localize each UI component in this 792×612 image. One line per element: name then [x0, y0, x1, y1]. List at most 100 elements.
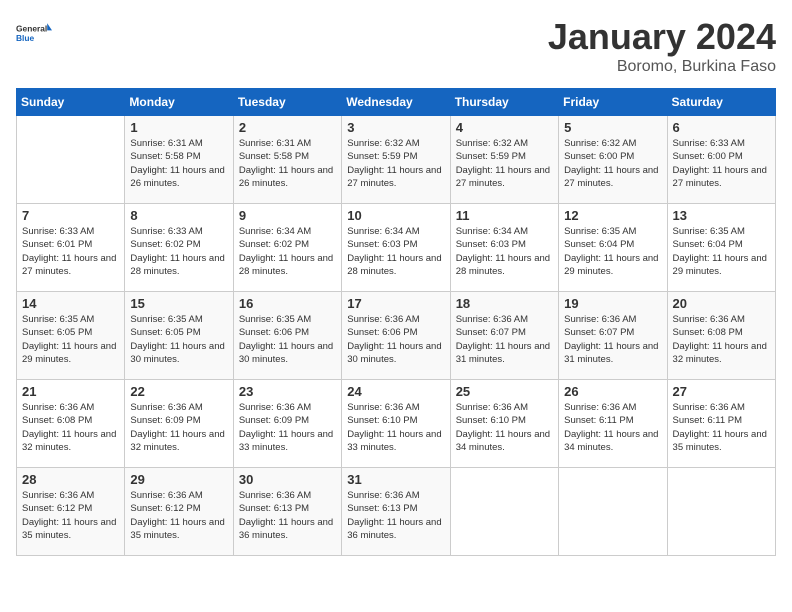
- day-info: Sunrise: 6:36 AMSunset: 6:12 PMDaylight:…: [22, 489, 119, 542]
- calendar-cell: 30 Sunrise: 6:36 AMSunset: 6:13 PMDaylig…: [233, 468, 341, 556]
- day-number: 18: [456, 296, 553, 311]
- day-number: 11: [456, 208, 553, 223]
- day-number: 14: [22, 296, 119, 311]
- day-number: 20: [673, 296, 770, 311]
- day-info: Sunrise: 6:36 AMSunset: 6:09 PMDaylight:…: [239, 401, 336, 454]
- calendar-cell: 1 Sunrise: 6:31 AMSunset: 5:58 PMDayligh…: [125, 116, 233, 204]
- day-number: 10: [347, 208, 444, 223]
- day-info: Sunrise: 6:34 AMSunset: 6:03 PMDaylight:…: [347, 225, 444, 278]
- calendar-cell: 31 Sunrise: 6:36 AMSunset: 6:13 PMDaylig…: [342, 468, 450, 556]
- day-info: Sunrise: 6:33 AMSunset: 6:01 PMDaylight:…: [22, 225, 119, 278]
- day-number: 12: [564, 208, 661, 223]
- calendar-cell: 23 Sunrise: 6:36 AMSunset: 6:09 PMDaylig…: [233, 380, 341, 468]
- day-number: 6: [673, 120, 770, 135]
- logo: General Blue: [16, 16, 52, 52]
- calendar-table: SundayMondayTuesdayWednesdayThursdayFrid…: [16, 88, 776, 556]
- day-info: Sunrise: 6:35 AMSunset: 6:05 PMDaylight:…: [130, 313, 227, 366]
- calendar-week-row: 21 Sunrise: 6:36 AMSunset: 6:08 PMDaylig…: [17, 380, 776, 468]
- day-info: Sunrise: 6:36 AMSunset: 6:11 PMDaylight:…: [564, 401, 661, 454]
- day-info: Sunrise: 6:36 AMSunset: 6:07 PMDaylight:…: [564, 313, 661, 366]
- day-number: 25: [456, 384, 553, 399]
- title-block: January 2024 Boromo, Burkina Faso: [548, 16, 776, 76]
- day-number: 3: [347, 120, 444, 135]
- day-info: Sunrise: 6:35 AMSunset: 6:04 PMDaylight:…: [673, 225, 770, 278]
- day-info: Sunrise: 6:36 AMSunset: 6:07 PMDaylight:…: [456, 313, 553, 366]
- calendar-cell: 3 Sunrise: 6:32 AMSunset: 5:59 PMDayligh…: [342, 116, 450, 204]
- day-info: Sunrise: 6:36 AMSunset: 6:08 PMDaylight:…: [673, 313, 770, 366]
- calendar-week-row: 14 Sunrise: 6:35 AMSunset: 6:05 PMDaylig…: [17, 292, 776, 380]
- day-number: 23: [239, 384, 336, 399]
- page-header: General Blue January 2024 Boromo, Burkin…: [16, 16, 776, 76]
- calendar-cell: 19 Sunrise: 6:36 AMSunset: 6:07 PMDaylig…: [559, 292, 667, 380]
- calendar-cell: 8 Sunrise: 6:33 AMSunset: 6:02 PMDayligh…: [125, 204, 233, 292]
- day-number: 19: [564, 296, 661, 311]
- calendar-cell: 4 Sunrise: 6:32 AMSunset: 5:59 PMDayligh…: [450, 116, 558, 204]
- calendar-cell: 10 Sunrise: 6:34 AMSunset: 6:03 PMDaylig…: [342, 204, 450, 292]
- day-info: Sunrise: 6:35 AMSunset: 6:06 PMDaylight:…: [239, 313, 336, 366]
- calendar-cell: 26 Sunrise: 6:36 AMSunset: 6:11 PMDaylig…: [559, 380, 667, 468]
- calendar-cell: 24 Sunrise: 6:36 AMSunset: 6:10 PMDaylig…: [342, 380, 450, 468]
- weekday-header: Sunday: [17, 89, 125, 116]
- calendar-cell: 27 Sunrise: 6:36 AMSunset: 6:11 PMDaylig…: [667, 380, 775, 468]
- weekday-header: Tuesday: [233, 89, 341, 116]
- month-title: January 2024: [548, 16, 776, 58]
- calendar-week-row: 28 Sunrise: 6:36 AMSunset: 6:12 PMDaylig…: [17, 468, 776, 556]
- day-number: 8: [130, 208, 227, 223]
- day-info: Sunrise: 6:35 AMSunset: 6:05 PMDaylight:…: [22, 313, 119, 366]
- calendar-cell: 22 Sunrise: 6:36 AMSunset: 6:09 PMDaylig…: [125, 380, 233, 468]
- calendar-cell: 2 Sunrise: 6:31 AMSunset: 5:58 PMDayligh…: [233, 116, 341, 204]
- calendar-cell: 12 Sunrise: 6:35 AMSunset: 6:04 PMDaylig…: [559, 204, 667, 292]
- day-info: Sunrise: 6:36 AMSunset: 6:11 PMDaylight:…: [673, 401, 770, 454]
- day-number: 17: [347, 296, 444, 311]
- calendar-cell: 11 Sunrise: 6:34 AMSunset: 6:03 PMDaylig…: [450, 204, 558, 292]
- day-number: 15: [130, 296, 227, 311]
- day-number: 31: [347, 472, 444, 487]
- day-number: 24: [347, 384, 444, 399]
- day-number: 28: [22, 472, 119, 487]
- day-number: 21: [22, 384, 119, 399]
- calendar-week-row: 7 Sunrise: 6:33 AMSunset: 6:01 PMDayligh…: [17, 204, 776, 292]
- day-info: Sunrise: 6:34 AMSunset: 6:02 PMDaylight:…: [239, 225, 336, 278]
- day-info: Sunrise: 6:33 AMSunset: 6:02 PMDaylight:…: [130, 225, 227, 278]
- day-number: 2: [239, 120, 336, 135]
- calendar-week-row: 1 Sunrise: 6:31 AMSunset: 5:58 PMDayligh…: [17, 116, 776, 204]
- day-info: Sunrise: 6:35 AMSunset: 6:04 PMDaylight:…: [564, 225, 661, 278]
- calendar-cell: 13 Sunrise: 6:35 AMSunset: 6:04 PMDaylig…: [667, 204, 775, 292]
- day-number: 5: [564, 120, 661, 135]
- calendar-cell: [450, 468, 558, 556]
- day-info: Sunrise: 6:32 AMSunset: 5:59 PMDaylight:…: [456, 137, 553, 190]
- calendar-cell: [17, 116, 125, 204]
- day-info: Sunrise: 6:36 AMSunset: 6:12 PMDaylight:…: [130, 489, 227, 542]
- calendar-cell: 25 Sunrise: 6:36 AMSunset: 6:10 PMDaylig…: [450, 380, 558, 468]
- svg-text:Blue: Blue: [16, 33, 35, 43]
- day-number: 29: [130, 472, 227, 487]
- calendar-cell: 15 Sunrise: 6:35 AMSunset: 6:05 PMDaylig…: [125, 292, 233, 380]
- day-number: 27: [673, 384, 770, 399]
- calendar-cell: 9 Sunrise: 6:34 AMSunset: 6:02 PMDayligh…: [233, 204, 341, 292]
- logo-icon: General Blue: [16, 16, 52, 52]
- weekday-header: Thursday: [450, 89, 558, 116]
- calendar-cell: 21 Sunrise: 6:36 AMSunset: 6:08 PMDaylig…: [17, 380, 125, 468]
- day-info: Sunrise: 6:36 AMSunset: 6:10 PMDaylight:…: [347, 401, 444, 454]
- calendar-cell: 29 Sunrise: 6:36 AMSunset: 6:12 PMDaylig…: [125, 468, 233, 556]
- day-info: Sunrise: 6:34 AMSunset: 6:03 PMDaylight:…: [456, 225, 553, 278]
- day-number: 9: [239, 208, 336, 223]
- weekday-header: Wednesday: [342, 89, 450, 116]
- calendar-cell: 17 Sunrise: 6:36 AMSunset: 6:06 PMDaylig…: [342, 292, 450, 380]
- day-info: Sunrise: 6:31 AMSunset: 5:58 PMDaylight:…: [239, 137, 336, 190]
- location-title: Boromo, Burkina Faso: [548, 58, 776, 76]
- day-number: 4: [456, 120, 553, 135]
- day-info: Sunrise: 6:36 AMSunset: 6:06 PMDaylight:…: [347, 313, 444, 366]
- day-info: Sunrise: 6:31 AMSunset: 5:58 PMDaylight:…: [130, 137, 227, 190]
- day-number: 26: [564, 384, 661, 399]
- day-number: 22: [130, 384, 227, 399]
- day-number: 30: [239, 472, 336, 487]
- day-number: 1: [130, 120, 227, 135]
- day-info: Sunrise: 6:36 AMSunset: 6:13 PMDaylight:…: [239, 489, 336, 542]
- calendar-cell: [667, 468, 775, 556]
- calendar-cell: 16 Sunrise: 6:35 AMSunset: 6:06 PMDaylig…: [233, 292, 341, 380]
- calendar-cell: 28 Sunrise: 6:36 AMSunset: 6:12 PMDaylig…: [17, 468, 125, 556]
- calendar-cell: [559, 468, 667, 556]
- calendar-cell: 18 Sunrise: 6:36 AMSunset: 6:07 PMDaylig…: [450, 292, 558, 380]
- weekday-header: Friday: [559, 89, 667, 116]
